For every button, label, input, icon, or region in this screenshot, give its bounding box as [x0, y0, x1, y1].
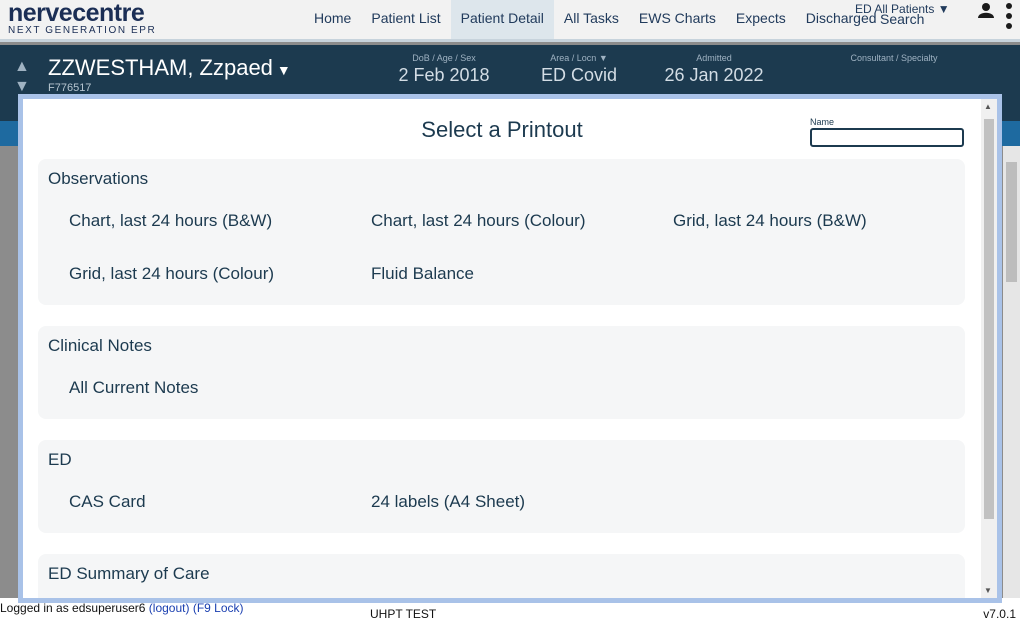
- scrollbar-thumb[interactable]: [1006, 162, 1017, 282]
- printout-option[interactable]: Chart, last 24 hours (B&W): [69, 211, 272, 231]
- section-title: ED Summary of Care: [48, 564, 210, 583]
- section-clinical-notes: Clinical Notes All Current Notes: [38, 326, 965, 419]
- printout-option[interactable]: 24 labels (A4 Sheet): [371, 492, 525, 512]
- logged-in-info: Logged in as edsuperuser6 (logout) (F9 L…: [0, 601, 244, 615]
- section-title: Clinical Notes: [48, 336, 152, 355]
- dialog-scrollbar[interactable]: ▲ ▼: [981, 99, 997, 598]
- admitted-value: 26 Jan 2022: [664, 65, 764, 85]
- user-icon[interactable]: [978, 2, 994, 18]
- section-ed: ED CAS Card 24 labels (A4 Sheet): [38, 440, 965, 533]
- nav-all-tasks[interactable]: All Tasks: [554, 0, 629, 39]
- section-ed-summary-of-care: ED Summary of Care: [38, 554, 965, 598]
- caret-down-icon: ▼: [276, 62, 291, 78]
- lock-link[interactable]: (F9 Lock): [193, 601, 244, 615]
- printout-option[interactable]: Grid, last 24 hours (B&W): [673, 211, 867, 231]
- printout-option[interactable]: CAS Card: [69, 492, 146, 512]
- scroll-up-icon[interactable]: ▲: [984, 102, 992, 111]
- nav-expects[interactable]: Expects: [726, 0, 796, 39]
- nav-home[interactable]: Home: [304, 0, 361, 39]
- dob-label: DoB / Age / Sex: [412, 53, 476, 63]
- name-label: Name: [810, 117, 835, 127]
- more-menu-icon[interactable]: [1004, 2, 1014, 32]
- environment-label: UHPT TEST: [370, 607, 437, 621]
- area-label: Area / Locn ▼: [550, 53, 608, 63]
- printout-dialog: Select a Printout Name Observations Char…: [18, 94, 1002, 603]
- caret-down-icon: ▼: [598, 53, 608, 63]
- consultant-label: Consultant / Specialty: [850, 53, 938, 63]
- consultant-field: Consultant / Specialty: [834, 53, 954, 63]
- nav-ews-charts[interactable]: EWS Charts: [629, 0, 726, 39]
- main-nav: Home Patient List Patient Detail All Tas…: [304, 0, 887, 39]
- nav-patient-detail[interactable]: Patient Detail: [450, 0, 554, 39]
- app-logo[interactable]: nervecentre NEXT GENERATION EPR: [8, 0, 156, 36]
- section-observations: Observations Chart, last 24 hours (B&W) …: [38, 159, 965, 305]
- patient-name-text: ZZWESTHAM, Zzpaed: [48, 55, 273, 80]
- admitted-label: Admitted: [696, 53, 732, 63]
- section-title: ED: [48, 450, 72, 469]
- arrow-up-icon[interactable]: ▲: [14, 57, 30, 77]
- top-nav-bar: nervecentre NEXT GENERATION EPR Home Pat…: [0, 0, 1020, 42]
- scroll-down-icon[interactable]: ▼: [984, 586, 992, 595]
- area-value: ED Covid: [540, 65, 618, 85]
- page-scrollbar[interactable]: [1003, 146, 1020, 598]
- patient-id: F776517: [48, 82, 92, 94]
- area-field[interactable]: Area / Locn ▼ ED Covid: [534, 53, 624, 86]
- patient-name[interactable]: ZZWESTHAM, Zzpaed ▼: [48, 55, 291, 81]
- patient-nav-arrows[interactable]: ▲ ▼: [14, 57, 30, 97]
- printout-option[interactable]: All Current Notes: [69, 378, 198, 398]
- section-title: Observations: [48, 169, 149, 188]
- printout-option[interactable]: Chart, last 24 hours (Colour): [371, 211, 585, 231]
- logged-in-text: Logged in as edsuperuser6: [0, 601, 146, 615]
- printout-option[interactable]: Grid, last 24 hours (Colour): [69, 264, 274, 284]
- name-input[interactable]: [810, 128, 964, 147]
- nav-search[interactable]: Search: [880, 11, 924, 27]
- logo-tagline: NEXT GENERATION EPR: [8, 25, 157, 36]
- admitted-field: Admitted 26 Jan 2022: [659, 53, 769, 86]
- logo-text: nervecentre: [8, 0, 145, 27]
- nav-patient-list[interactable]: Patient List: [361, 0, 450, 39]
- logout-link[interactable]: (logout): [149, 601, 190, 615]
- dob-field: DoB / Age / Sex 2 Feb 2018: [394, 53, 494, 86]
- caret-down-icon: ▼: [937, 2, 950, 16]
- version-label: v7.0.1: [983, 607, 1016, 621]
- dob-value: 2 Feb 2018: [398, 65, 490, 85]
- printout-option[interactable]: Fluid Balance: [371, 264, 474, 284]
- scrollbar-thumb[interactable]: [984, 119, 994, 519]
